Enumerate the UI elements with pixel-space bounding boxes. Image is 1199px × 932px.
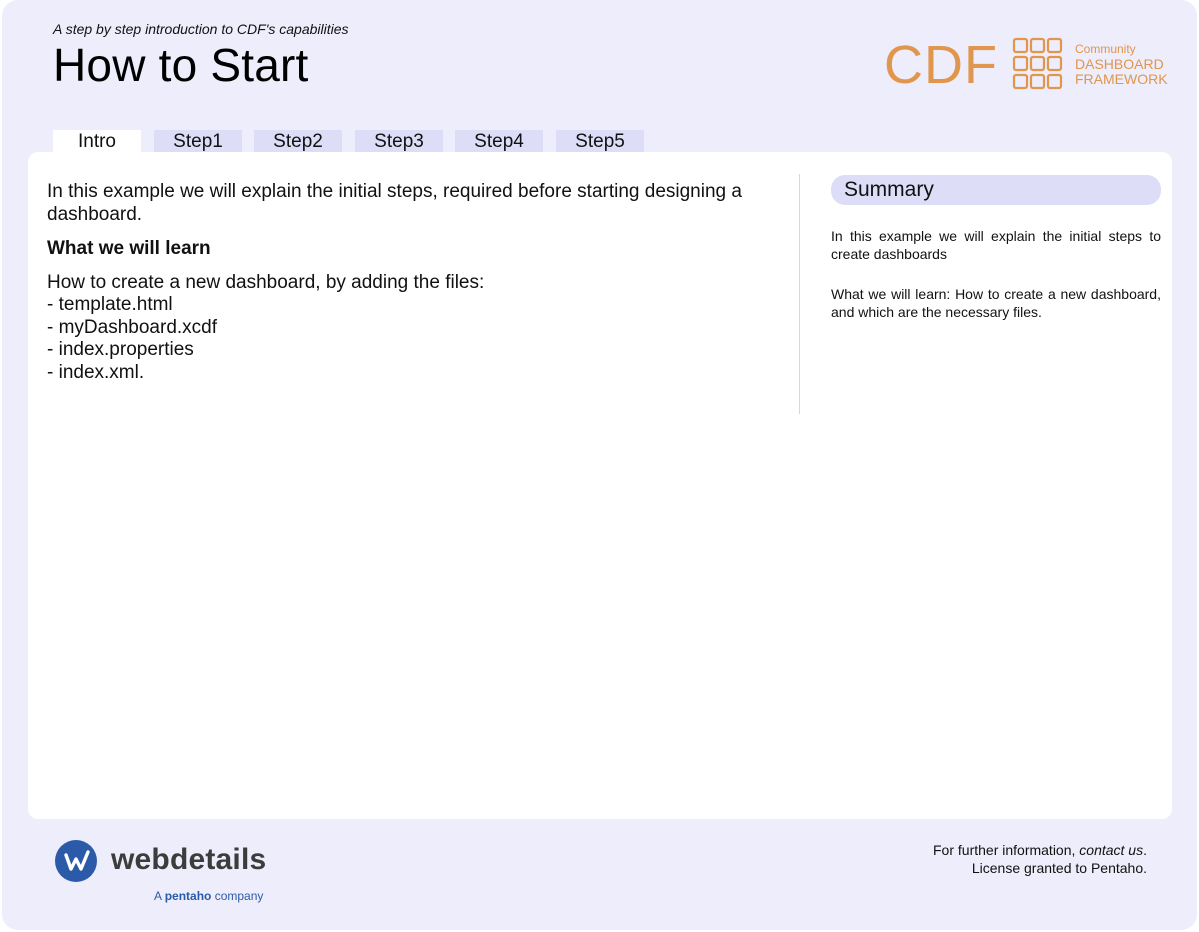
- tagline-suffix: company: [214, 889, 264, 903]
- webdetails-name: webdetails: [111, 843, 267, 876]
- cdf-logo-line2: DASHBOARD: [1075, 56, 1164, 72]
- page-subtitle: A step by step introduction to CDF's cap…: [53, 21, 349, 37]
- page-title: How to Start: [53, 39, 309, 91]
- file-list: template.html myDashboard.xcdf index.pro…: [47, 294, 747, 384]
- main-content: In this example we will explain the init…: [47, 180, 747, 384]
- pentaho-brand: pentaho: [164, 889, 212, 903]
- cdf-logo-line3: FRAMEWORK: [1075, 71, 1168, 87]
- cdf-logo-acronym: CDF: [884, 35, 998, 95]
- webdetails-logo[interactable]: webdetails A pentaho company: [55, 840, 285, 910]
- learn-heading: What we will learn: [47, 238, 211, 259]
- cdf-grid-icon: [1012, 37, 1063, 90]
- list-item: template.html: [47, 294, 747, 317]
- content-panel: In this example we will explain the init…: [28, 152, 1172, 819]
- cdf-logo: CDF Community DASHBOARD FRAMEWORK: [884, 36, 1174, 96]
- cdf-logo-words: Community DASHBOARD FRAMEWORK: [1075, 42, 1168, 87]
- contact-us-link[interactable]: contact us: [1079, 842, 1143, 858]
- intro-text: In this example we will explain the init…: [47, 181, 742, 225]
- tagline-prefix: A: [154, 889, 162, 903]
- list-item: myDashboard.xcdf: [47, 317, 747, 340]
- footer-info-prefix: For further information,: [933, 842, 1076, 858]
- summary-paragraph: In this example we will explain the init…: [831, 228, 1161, 262]
- tab-step4[interactable]: Step4: [455, 130, 543, 154]
- learn-text: How to create a new dashboard, by adding…: [47, 272, 485, 293]
- tab-step5[interactable]: Step5: [556, 130, 644, 154]
- summary-sidebar: Summary In this example we will explain …: [831, 175, 1161, 321]
- footer-line-info: For further information, contact us.: [933, 841, 1147, 859]
- webdetails-w-icon: [55, 840, 97, 882]
- footer-info-suffix: .: [1143, 842, 1147, 858]
- summary-heading: Summary: [831, 175, 1161, 205]
- column-divider: [799, 174, 800, 414]
- list-item: index.xml.: [47, 362, 747, 385]
- tab-step2[interactable]: Step2: [254, 130, 342, 154]
- summary-paragraph: What we will learn: How to create a new …: [831, 286, 1161, 320]
- footer-info: For further information, contact us. Lic…: [933, 841, 1147, 877]
- tab-step3[interactable]: Step3: [355, 130, 443, 154]
- tab-intro[interactable]: Intro: [53, 130, 141, 154]
- cdf-logo-line1: Community: [1075, 42, 1136, 56]
- footer-license: License granted to Pentaho.: [971, 860, 1147, 876]
- tab-step1[interactable]: Step1: [154, 130, 242, 154]
- webdetails-tagline: A pentaho company: [154, 889, 263, 903]
- list-item: index.properties: [47, 339, 747, 362]
